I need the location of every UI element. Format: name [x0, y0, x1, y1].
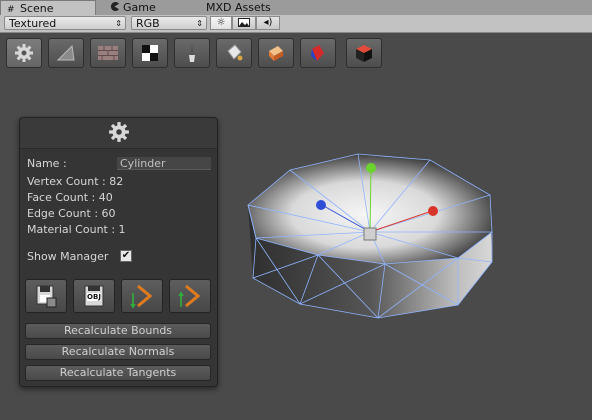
- brush-icon: [189, 44, 195, 62]
- import-play-button[interactable]: [121, 279, 163, 313]
- show-manager-label: Show Manager: [27, 250, 109, 263]
- checker-icon: [142, 45, 158, 61]
- audio-toggle[interactable]: ◂): [256, 16, 280, 30]
- recalculate-bounds-button[interactable]: Recalculate Bounds: [25, 323, 211, 339]
- vertex-count: Vertex Count : 82: [27, 175, 124, 188]
- render-mode-dropdown[interactable]: Textured ⇕: [4, 16, 126, 30]
- triangle-icon: [56, 44, 75, 61]
- play-export-icon: [178, 284, 201, 308]
- texture-tool-button[interactable]: [90, 38, 126, 68]
- paint-tool-button[interactable]: [174, 38, 210, 68]
- uv-tool-button[interactable]: [132, 38, 168, 68]
- tab-scene[interactable]: # Scene: [0, 0, 96, 15]
- color-mode-dropdown[interactable]: RGB ⇕: [131, 16, 207, 30]
- obj-label: OBJ: [87, 293, 101, 301]
- y-axis-handle[interactable]: [366, 163, 376, 173]
- play-import-icon: [130, 284, 153, 309]
- paint-bucket-icon: [227, 44, 243, 61]
- x-axis-handle[interactable]: [428, 206, 438, 216]
- box-paint-icon: [269, 46, 283, 61]
- tab-mxd-assets[interactable]: MXD Assets: [200, 0, 290, 15]
- save-mesh-icon: [36, 285, 57, 308]
- recalculate-normals-button[interactable]: Recalculate Normals: [25, 344, 211, 360]
- vertex-color-tool-button[interactable]: [300, 38, 336, 68]
- skybox-toggle[interactable]: [232, 16, 256, 30]
- lighting-toggle[interactable]: ☼: [210, 16, 232, 30]
- fill-tool-button[interactable]: [216, 38, 252, 68]
- dropdown-arrow-icon: ⇕: [196, 19, 203, 28]
- cube-icon: [356, 45, 372, 62]
- mesh-tool-button[interactable]: [48, 38, 84, 68]
- face-count: Face Count : 40: [27, 191, 113, 204]
- sun-icon: ☼: [216, 17, 226, 28]
- gear-icon: [109, 122, 129, 142]
- mesh-name-field[interactable]: Cylinder: [117, 157, 211, 170]
- tab-game[interactable]: Game: [104, 0, 184, 15]
- audio-icon: ◂): [263, 17, 273, 28]
- export-obj-button[interactable]: OBJ: [73, 279, 115, 313]
- edge-count: Edge Count : 60: [27, 207, 116, 220]
- export-play-button[interactable]: [169, 279, 211, 313]
- recalculate-tangents-button[interactable]: Recalculate Tangents: [25, 365, 211, 381]
- editor-tab-bar: # Scene Game MXD Assets: [0, 0, 592, 15]
- gem-icon: [311, 45, 324, 61]
- scene-toolbar: Textured ⇕ RGB ⇕ ☼ ◂): [0, 15, 592, 33]
- mesh-tools-bar: [0, 33, 592, 71]
- mesh-info-panel: Name : Cylinder Vertex Count : 82 Face C…: [19, 117, 218, 387]
- dropdown-arrow-icon: ⇕: [115, 19, 122, 28]
- primitive-tool-button[interactable]: [346, 38, 382, 68]
- image-icon: [238, 18, 250, 27]
- name-label: Name :: [27, 157, 67, 170]
- panel-header[interactable]: [20, 118, 217, 149]
- show-manager-checkbox[interactable]: ✔: [120, 250, 132, 262]
- gear-icon: [15, 44, 33, 62]
- material-tool-button[interactable]: [258, 38, 294, 68]
- scene-viewport[interactable]: [230, 140, 510, 330]
- brick-icon: [98, 46, 118, 60]
- settings-tool-button[interactable]: [6, 38, 42, 68]
- center-handle[interactable]: [363, 227, 377, 241]
- z-axis-handle[interactable]: [316, 200, 326, 210]
- material-count: Material Count : 1: [27, 223, 126, 236]
- save-mesh-button[interactable]: [25, 279, 67, 313]
